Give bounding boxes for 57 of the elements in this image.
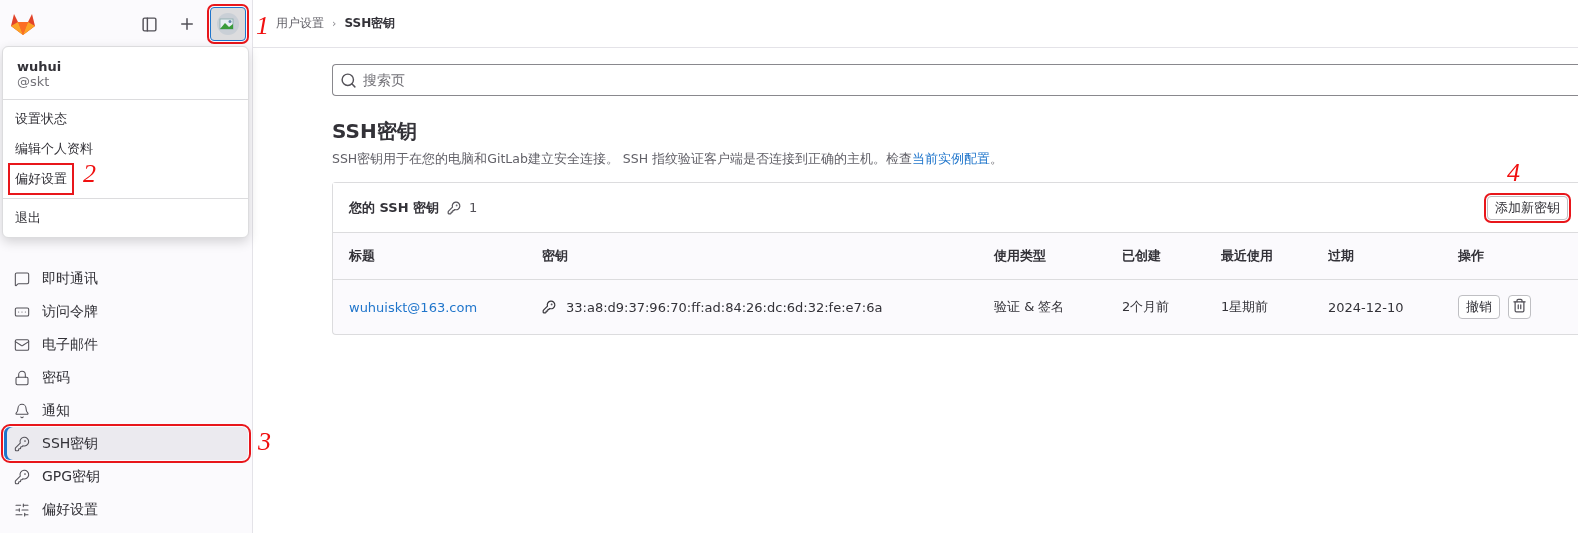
revoke-button[interactable]: 撤销: [1458, 295, 1500, 319]
fox-logo-icon[interactable]: [10, 12, 36, 36]
column-header: 过期: [1312, 233, 1442, 280]
user-name: wuhui: [17, 59, 63, 74]
config-link[interactable]: 当前实例配置: [912, 151, 991, 166]
search-field[interactable]: 搜索页: [332, 64, 1578, 96]
sidebar-item-icon: [14, 270, 30, 287]
menu-item[interactable]: 偏好设置: [11, 166, 71, 192]
sidebar-item-icon: [14, 336, 30, 353]
column-header: 密钥: [526, 233, 978, 280]
annotation-number: 4: [1507, 159, 1520, 186]
search-icon: [340, 72, 357, 89]
usage-type: 验证 & 签名: [994, 298, 1065, 316]
add-key-button[interactable]: 添加新密钥: [1487, 195, 1568, 220]
page-title: SSH密钥: [332, 118, 418, 145]
column-header: 最近使用: [1205, 233, 1312, 280]
sidebar-item[interactable]: 偏好设置: [4, 493, 248, 526]
expiry-date: 2024-12-10: [1328, 299, 1404, 315]
card-title: 您的 SSH 密钥: [349, 198, 440, 217]
column-header: 标题: [333, 233, 526, 280]
broken-image-icon: [216, 12, 240, 36]
sidebar-item-icon: [14, 435, 30, 452]
trash-icon: [1512, 298, 1527, 313]
sidebar-item[interactable]: 即时通讯: [4, 262, 248, 295]
column-header: 已创建: [1106, 233, 1205, 280]
column-header: 操作: [1442, 233, 1578, 280]
sidebar-item-icon: [14, 369, 30, 386]
key-icon: [447, 200, 462, 215]
sidebar-item[interactable]: 密码: [4, 361, 248, 394]
last-used-date: 1星期前: [1221, 298, 1269, 316]
sidebar-item-icon: [14, 501, 30, 518]
sidebar-item[interactable]: 访问令牌: [4, 295, 248, 328]
delete-button[interactable]: [1508, 295, 1531, 319]
annotation-number: 1: [256, 13, 269, 39]
breadcrumb-separator: ›: [332, 17, 337, 30]
fingerprint: 33:a8:d9:37:96:70:ff:ad:84:26:dc:6d:32:fe:e7:6a: [566, 299, 883, 315]
user-handle: @skt: [17, 74, 51, 89]
sidebar-item[interactable]: 通知: [4, 394, 248, 427]
breadcrumb-link[interactable]: SSH密钥: [344, 15, 396, 32]
created-date: 2个月前: [1122, 298, 1170, 316]
menu-item[interactable]: 编辑个人资料: [11, 136, 97, 162]
column-header: 使用类型: [978, 233, 1106, 280]
annotation-number: 2: [83, 161, 96, 187]
avatar-button[interactable]: [210, 7, 246, 41]
page-description: SSH密钥用于在您的电脑和GitLab建立安全连接。 SSH 指纹验证客户端是否连接到正确的主机。检查当前实例配置。: [332, 151, 1005, 168]
key-count: 1: [469, 200, 478, 215]
breadcrumb-link[interactable]: 用户设置: [276, 15, 324, 32]
sidebar-item[interactable]: 电子邮件: [4, 328, 248, 361]
menu-item[interactable]: 设置状态: [11, 106, 71, 132]
key-icon: [542, 300, 556, 314]
menu-item[interactable]: 退出: [11, 205, 45, 231]
sidebar-item-icon: [14, 402, 30, 419]
sidebar-item[interactable]: SSH密钥: [4, 427, 248, 460]
sidebar-item[interactable]: GPG密钥: [4, 460, 248, 493]
key-title-link[interactable]: wuhuiskt@163.com: [349, 299, 478, 315]
sidebar-item-icon: [14, 468, 30, 485]
annotation-number: 3: [258, 429, 271, 455]
